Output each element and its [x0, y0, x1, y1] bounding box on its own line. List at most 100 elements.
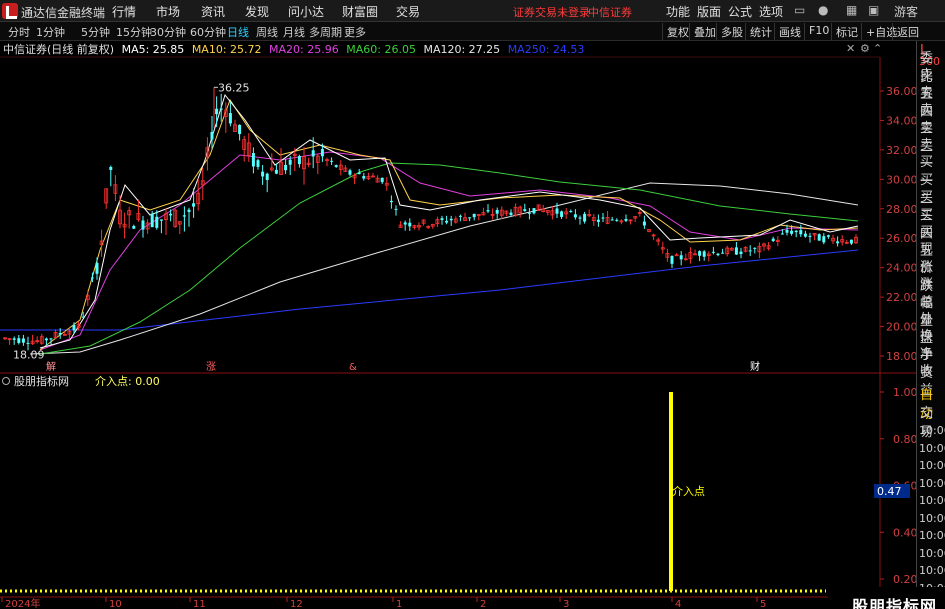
dot-icon[interactable]: ● — [818, 3, 828, 17]
period-1min[interactable]: 1分钟 — [36, 24, 65, 40]
broker-name[interactable]: 中信证券 — [588, 4, 632, 20]
menu-layout[interactable]: 版面 — [697, 3, 721, 20]
close-icon[interactable]: ✕ — [846, 42, 855, 55]
candle-body-down — [238, 124, 242, 135]
window-icon[interactable]: ▭ — [794, 3, 805, 17]
candle-body-down — [334, 165, 338, 167]
side-time-label: 10:06 — [919, 459, 945, 472]
candle-body-down — [721, 252, 725, 254]
menu-news[interactable]: 资讯 — [201, 3, 225, 20]
menu-trade[interactable]: 交易 — [396, 3, 420, 20]
period-30min[interactable]: 30分钟 — [150, 24, 186, 40]
quote-side-panel: L 300 委比 卖五 卖四 卖三 卖二 卖一 买一 买二 买三 买四 买五 现价 涨跌 涨幅 总量 外盘 换手 净资… — [916, 41, 945, 609]
period-more[interactable]: 更多 — [344, 24, 366, 40]
candle-body-down — [265, 173, 269, 180]
price-tick-label: 18.00 — [886, 350, 916, 363]
candle-body-down — [610, 219, 614, 221]
chevron-up-icon[interactable]: ⌃ — [873, 42, 882, 55]
event-marker[interactable]: 解 — [46, 360, 56, 373]
menu-market[interactable]: 行情 — [112, 3, 136, 20]
candle-body-down — [624, 218, 628, 221]
indicator-tick-label: 0.40 — [893, 526, 916, 539]
period-60min[interactable]: 60分钟 — [190, 24, 226, 40]
period-daily[interactable]: 日线 — [227, 24, 249, 40]
menu-formula[interactable]: 公式 — [728, 3, 752, 20]
price-tick-label: 20.00 — [886, 321, 916, 334]
period-15min[interactable]: 15分钟 — [116, 24, 152, 40]
ma20-label: MA20: 25.96 — [269, 43, 339, 56]
candle-body-down — [458, 215, 462, 217]
multi-stock-button[interactable]: 多股 — [716, 23, 747, 40]
candle-body-down — [449, 218, 453, 221]
ma-info-line: 中信证券(日线 前复权) MA5: 25.85 MA10: 25.72 MA20… — [0, 41, 880, 57]
indicator-name[interactable]: 股朋指标网 — [14, 374, 69, 388]
menu-discover[interactable]: 发现 — [245, 3, 269, 20]
side-time-label: 10:06 — [919, 511, 945, 525]
minimize-icon[interactable]: ▣ — [868, 3, 879, 17]
x-axis-label: 10 — [109, 599, 122, 609]
x-axis-label: 11 — [193, 599, 206, 609]
price-tick-label: 26.00 — [886, 232, 916, 245]
candle-body-down — [132, 226, 136, 229]
menu-function[interactable]: 功能 — [666, 3, 690, 20]
indicator-tick-label: 0.80 — [893, 433, 916, 446]
login-warning[interactable]: 证券交易未登录 — [513, 4, 590, 20]
candle-body-down — [284, 164, 288, 171]
candle-body-down — [288, 159, 292, 165]
indicator-circle-icon[interactable] — [2, 377, 10, 385]
candle-body-down — [320, 149, 324, 157]
candle-body-down — [790, 230, 794, 234]
stats-button[interactable]: 统计 — [745, 23, 776, 40]
kline-chart[interactable]: 36.00 34.00 32.00 30.00 28.00 26.00 24.00 22.00… — [0, 41, 916, 609]
candle-body-down — [228, 113, 232, 124]
axes: 36.00 34.00 32.00 30.00 28.00 26.00 24.00 22.00… — [0, 56, 916, 609]
grid-icon[interactable]: ▦ — [846, 3, 857, 17]
event-marker[interactable]: 财 — [750, 360, 760, 373]
period-monthly[interactable]: 月线 — [283, 24, 305, 40]
candle-body-down — [836, 241, 840, 244]
candle-body-down — [849, 239, 853, 244]
candle-body-down — [808, 235, 812, 237]
menu-options[interactable]: 选项 — [759, 3, 783, 20]
candle-body-down — [615, 219, 619, 221]
f10-button[interactable]: F10 — [804, 23, 833, 40]
menu-ask[interactable]: 问小达 — [288, 3, 324, 20]
candle-body-down — [822, 236, 826, 243]
event-marker[interactable]: & — [349, 362, 357, 373]
guest-label[interactable]: 游客 — [894, 3, 918, 20]
mark-button[interactable]: 标记 — [831, 23, 862, 40]
x-axis-label: 5 — [760, 599, 766, 609]
candle-body-down — [357, 172, 361, 175]
signal-annotation: 介入点 — [672, 485, 705, 498]
back-button[interactable]: 返回 — [892, 23, 923, 40]
candle-body-down — [403, 222, 407, 225]
settings-icon[interactable]: ⚙ — [860, 42, 870, 55]
indicator-tick-label: 1.00 — [893, 386, 916, 399]
price-tick-label: 30.00 — [886, 173, 916, 186]
candle-body-down — [182, 215, 186, 217]
app-title: 通达信金融终端 — [21, 6, 106, 20]
price-tick-label: 24.00 — [886, 262, 916, 275]
stock-label[interactable]: 中信证券(日线 前复权) — [3, 43, 114, 56]
event-marker[interactable]: 涨 — [206, 361, 216, 373]
menu-markets[interactable]: 市场 — [156, 3, 180, 20]
candle-body-down — [95, 262, 99, 274]
menu-wealth-circle[interactable]: 财富圈 — [342, 3, 378, 20]
candle-body-down — [702, 251, 706, 257]
watermark-text: 股朋指标网 — [852, 597, 938, 609]
candle-body-down — [573, 214, 577, 218]
period-5min[interactable]: 5分钟 — [81, 24, 110, 40]
period-weekly[interactable]: 周线 — [256, 24, 278, 40]
draw-button[interactable]: 画线 — [774, 23, 805, 40]
x-axis-label: 1 — [396, 599, 402, 609]
candle-body-down — [394, 208, 398, 210]
period-multi[interactable]: 多周期 — [309, 24, 342, 40]
price-tick-label: 36.00 — [886, 85, 916, 98]
app-logo-icon — [2, 3, 18, 19]
candle-body-down — [362, 176, 366, 179]
period-intraday[interactable]: 分时 — [8, 24, 30, 40]
candle-body-down — [716, 253, 720, 256]
side-time-label: 10:06 — [919, 441, 945, 455]
candle-body-down — [826, 235, 830, 237]
candle-body-down — [256, 160, 260, 167]
